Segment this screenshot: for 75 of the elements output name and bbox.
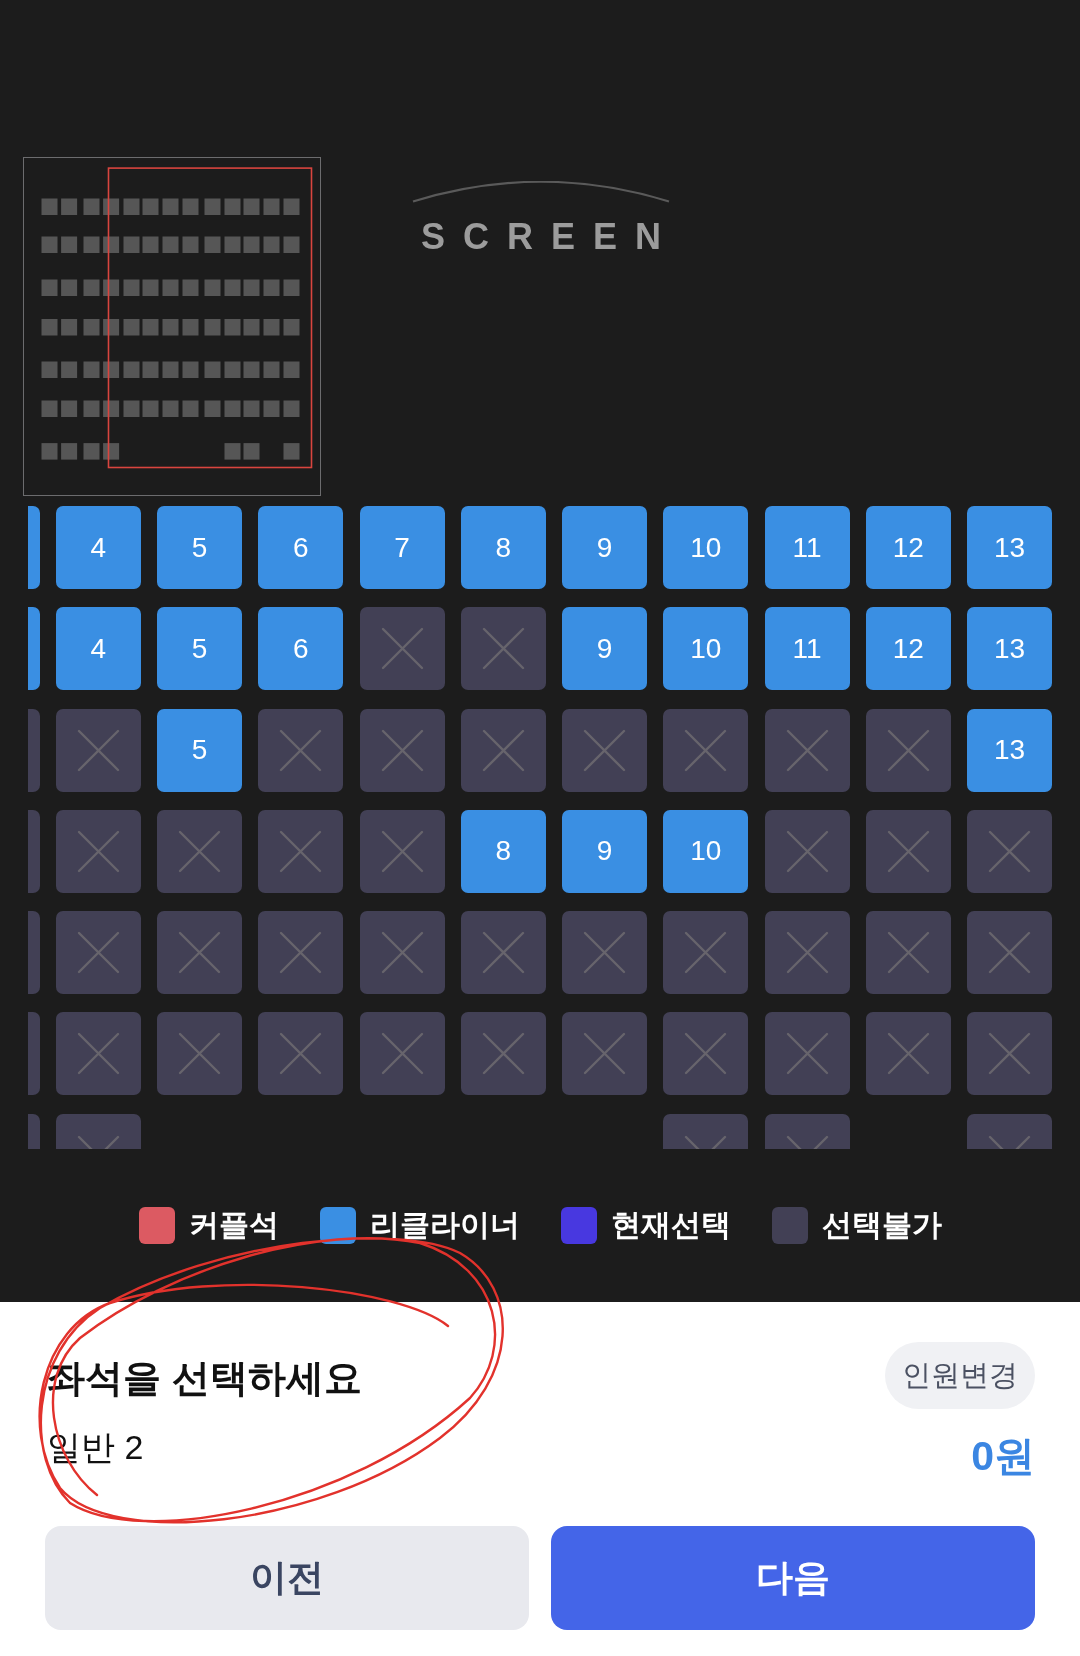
seat[interactable]: 10 — [663, 506, 749, 589]
cross-icon — [279, 829, 323, 873]
cross-icon — [481, 1032, 525, 1076]
cross-icon — [988, 1032, 1031, 1076]
next-button[interactable]: 다음 — [551, 1526, 1035, 1630]
cross-icon — [583, 931, 626, 974]
cross-icon — [988, 1135, 1031, 1149]
cross-icon — [481, 627, 525, 671]
seat[interactable]: 9 — [562, 506, 647, 589]
cross-icon — [76, 931, 120, 974]
legend-label: 현재선택 — [610, 1207, 731, 1243]
cross-icon — [785, 931, 829, 974]
seat[interactable]: 4 — [55, 607, 141, 691]
seat[interactable]: 13 — [967, 607, 1052, 691]
cross-icon — [684, 1135, 728, 1149]
legend-label: 선택불가 — [821, 1207, 942, 1243]
cross-icon — [583, 1032, 626, 1076]
cross-icon — [988, 829, 1031, 873]
previous-button[interactable]: 이전 — [45, 1526, 529, 1630]
seat[interactable]: 9 — [562, 809, 647, 893]
cross-icon — [886, 829, 930, 873]
cross-icon — [380, 829, 424, 873]
seat[interactable]: 11 — [764, 607, 850, 691]
seat[interactable]: 11 — [764, 506, 850, 589]
cross-icon — [178, 829, 221, 873]
change-party-button[interactable]: 인원변경 — [885, 1342, 1035, 1409]
seat[interactable]: 4 — [55, 506, 141, 589]
seat[interactable]: 10 — [663, 607, 749, 691]
seat[interactable]: 5 — [157, 607, 242, 691]
screen-label: SCREEN — [421, 217, 679, 257]
seat[interactable]: 6 — [258, 506, 344, 589]
legend-label: 리클라이너 — [369, 1207, 520, 1243]
cross-icon — [583, 728, 626, 772]
cross-icon — [785, 1135, 829, 1149]
cross-icon — [785, 1032, 829, 1076]
cross-icon — [178, 931, 221, 974]
seat[interactable]: 12 — [865, 506, 951, 589]
partial-seat[interactable] — [28, 607, 40, 691]
total-price: 0원 — [971, 1432, 1035, 1481]
cross-icon — [279, 1032, 323, 1076]
cross-icon — [785, 728, 829, 772]
cross-icon — [684, 1032, 728, 1076]
cross-icon — [988, 931, 1031, 974]
seat[interactable]: 10 — [663, 809, 749, 893]
cross-icon — [380, 931, 424, 974]
seat[interactable]: 8 — [460, 506, 546, 589]
cross-icon — [279, 931, 323, 974]
cross-icon — [279, 728, 323, 772]
seat[interactable]: 13 — [967, 708, 1052, 792]
cross-icon — [481, 931, 525, 974]
seat[interactable]: 9 — [562, 607, 647, 691]
seat[interactable]: 12 — [865, 607, 951, 691]
seat[interactable]: 5 — [157, 708, 242, 792]
cross-icon — [886, 1032, 930, 1076]
seat[interactable]: 7 — [359, 506, 445, 589]
cross-icon — [481, 728, 525, 772]
cross-icon — [380, 627, 424, 671]
legend-label: 커플석 — [188, 1207, 279, 1243]
cross-icon — [380, 1032, 424, 1076]
seat[interactable]: 6 — [258, 607, 344, 691]
cross-icon — [76, 728, 120, 772]
partial-seat[interactable] — [28, 506, 40, 589]
cross-icon — [684, 728, 728, 772]
seat[interactable]: 8 — [460, 809, 546, 893]
cross-icon — [684, 931, 728, 974]
cross-icon — [380, 728, 424, 772]
seat[interactable]: 13 — [967, 506, 1052, 589]
cross-icon — [76, 1032, 120, 1076]
cross-icon — [886, 728, 930, 772]
cross-icon — [178, 1032, 221, 1076]
cross-icon — [785, 829, 829, 873]
cross-icon — [76, 829, 120, 873]
seat[interactable]: 5 — [157, 506, 242, 589]
cross-icon — [76, 1135, 120, 1149]
cross-icon — [886, 931, 930, 974]
